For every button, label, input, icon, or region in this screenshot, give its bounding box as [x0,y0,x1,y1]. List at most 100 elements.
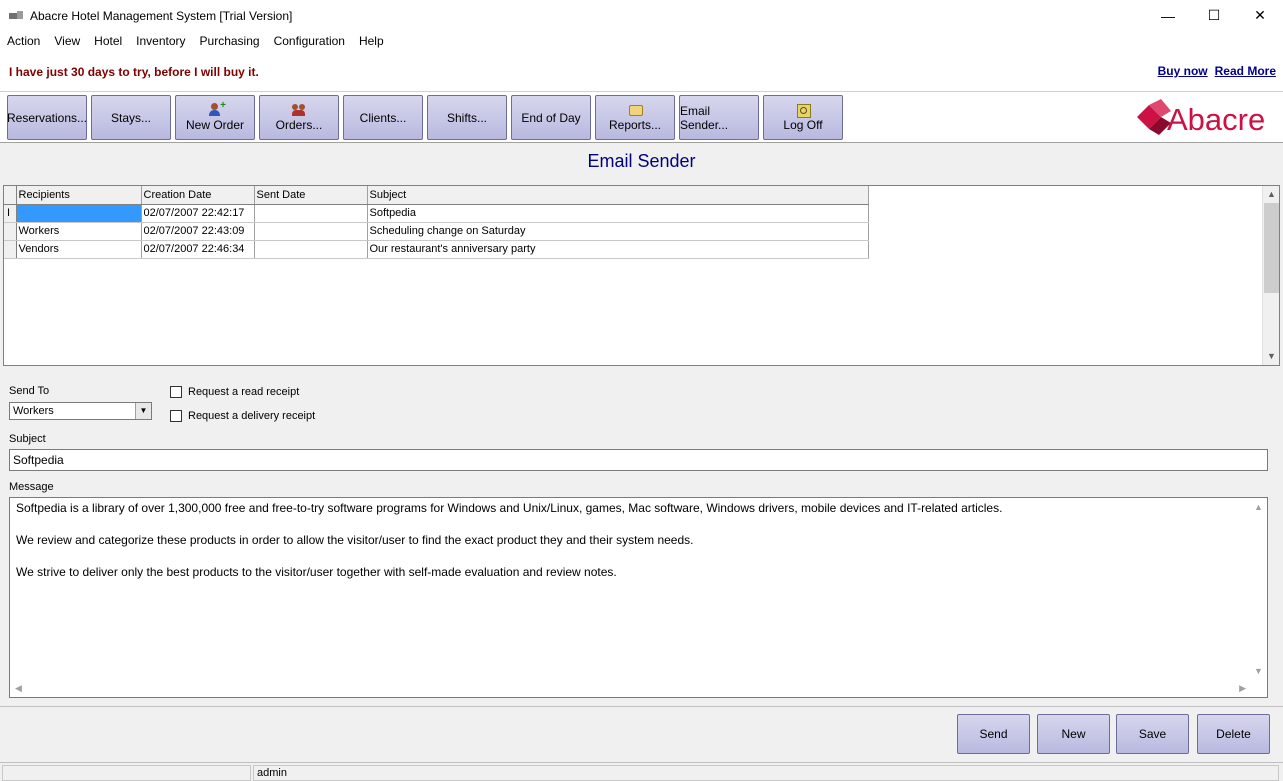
new-button[interactable]: New [1037,714,1110,754]
menu-inventory[interactable]: Inventory [129,31,192,51]
stays-label: Stays... [110,110,151,125]
table-row[interactable]: I 02/07/2007 22:42:17 Softpedia [4,204,869,223]
window-title: Abacre Hotel Management System [Trial Ve… [30,8,293,23]
read-receipt-checkbox[interactable]: Request a read receipt [170,386,299,398]
menu-action[interactable]: Action [0,31,47,51]
orders-icon [292,103,306,117]
clients-label: Clients... [359,110,407,125]
scroll-thumb[interactable] [1264,203,1279,293]
delete-button[interactable]: Delete [1197,714,1270,754]
shifts-button[interactable]: Shifts... [427,95,507,140]
buy-now-link[interactable]: Buy now [1158,64,1208,78]
minimize-button[interactable]: — [1145,0,1191,31]
table-row[interactable]: Vendors 02/07/2007 22:46:34 Our restaura… [4,240,869,259]
cell-creation-date[interactable]: 02/07/2007 22:43:09 [141,222,255,241]
log-off-label: Log Off [783,118,823,132]
cell-subject[interactable]: Softpedia [367,204,869,223]
cell-recipients[interactable]: Workers [16,222,142,241]
row-header-corner [4,186,17,205]
send-button[interactable]: Send [957,714,1030,754]
trial-message: I have just 30 days to try, before I wil… [9,65,259,79]
clients-button[interactable]: Clients... [343,95,423,140]
message-line: We review and categorize these products … [16,533,694,547]
send-to-select[interactable]: Workers ▼ [9,402,152,420]
checkbox-box[interactable] [170,386,182,398]
col-recipients[interactable]: Recipients [16,186,142,205]
stays-button[interactable]: Stays... [91,95,171,140]
title-bar: Abacre Hotel Management System [Trial Ve… [0,0,1283,31]
abacre-logo: Abacre [1133,95,1279,141]
scroll-up-icon[interactable]: ▲ [1263,186,1280,203]
cell-recipients[interactable]: Vendors [16,240,142,259]
email-grid: Recipients Creation Date Sent Date Subje… [3,185,1280,366]
new-order-button[interactable]: + New Order [175,95,255,140]
read-more-link[interactable]: Read More [1215,64,1276,78]
cell-creation-date[interactable]: 02/07/2007 22:46:34 [141,240,255,259]
message-textarea[interactable]: Softpedia is a library of over 1,300,000… [9,497,1268,698]
subject-label: Subject [9,433,46,445]
message-line: We strive to deliver only the best produ… [16,565,617,579]
reservations-button[interactable]: Reservations... [7,95,87,140]
menu-configuration[interactable]: Configuration [267,31,352,51]
menu-hotel[interactable]: Hotel [87,31,129,51]
grid-header-row: Recipients Creation Date Sent Date Subje… [4,186,869,205]
scroll-left-icon[interactable]: ◀ [15,683,22,694]
row-indicator[interactable]: I [4,204,17,223]
status-bar: admin [0,762,1283,781]
end-of-day-button[interactable]: End of Day [511,95,591,140]
delivery-receipt-label: Request a delivery receipt [188,410,316,422]
save-button[interactable]: Save [1116,714,1189,754]
reports-icon [628,103,643,117]
cell-subject[interactable]: Our restaurant's anniversary party [367,240,869,259]
scroll-right-icon[interactable]: ▶ [1239,683,1246,694]
maximize-button[interactable]: ☐ [1191,0,1237,31]
menu-bar: Action View Hotel Inventory Purchasing C… [0,31,1283,51]
cell-recipients[interactable] [16,204,142,223]
table-row[interactable]: Workers 02/07/2007 22:43:09 Scheduling c… [4,222,869,241]
menu-help[interactable]: Help [352,31,391,51]
chevron-down-icon[interactable]: ▼ [135,403,151,419]
page-title: Email Sender [587,151,696,171]
status-segment-empty [2,765,251,781]
col-creation-date[interactable]: Creation Date [141,186,255,205]
scroll-down-icon[interactable]: ▼ [1263,348,1280,365]
reports-label: Reports... [608,118,662,132]
close-button[interactable]: ✕ [1237,0,1283,31]
cell-subject[interactable]: Scheduling change on Saturday [367,222,869,241]
app-icon [9,10,23,21]
read-receipt-label: Request a read receipt [188,386,300,398]
message-horizontal-scrollbar[interactable]: ◀ ▶ [10,680,1251,697]
orders-label: Orders... [275,118,323,132]
reports-button[interactable]: Reports... [595,95,675,140]
cell-sent-date[interactable] [254,204,368,223]
row-indicator[interactable] [4,240,17,259]
menu-purchasing[interactable]: Purchasing [193,31,267,51]
grid-scrollbar[interactable]: ▲ ▼ [1262,186,1279,365]
message-line: Softpedia is a library of over 1,300,000… [16,501,1003,515]
col-sent-date[interactable]: Sent Date [254,186,368,205]
checkbox-box[interactable] [170,410,182,422]
status-user: admin [253,765,1279,781]
toolbar: Reservations... Stays... + New Order Ord… [0,91,1283,143]
message-label: Message [9,481,54,493]
log-off-button[interactable]: Log Off [763,95,843,140]
scroll-down-icon[interactable]: ▼ [1254,666,1263,676]
row-indicator[interactable] [4,222,17,241]
orders-button[interactable]: Orders... [259,95,339,140]
subject-input[interactable]: Softpedia [9,449,1268,471]
send-to-label: Send To [9,385,50,397]
cell-creation-date[interactable]: 02/07/2007 22:42:17 [141,204,255,223]
shifts-label: Shifts... [446,110,487,125]
scroll-up-icon[interactable]: ▲ [1254,502,1263,512]
new-order-label: New Order [185,118,244,132]
delivery-receipt-checkbox[interactable]: Request a delivery receipt [170,410,315,422]
end-of-day-label: End of Day [521,110,581,125]
cell-sent-date[interactable] [254,240,368,259]
message-vertical-scrollbar[interactable]: ▲ ▼ [1250,498,1267,680]
reservations-label: Reservations... [6,110,88,125]
col-subject[interactable]: Subject [367,186,869,205]
email-sender-label: Email Sender... [680,103,729,132]
email-sender-button[interactable]: Email Sender... [679,95,759,140]
menu-view[interactable]: View [47,31,87,51]
cell-sent-date[interactable] [254,222,368,241]
